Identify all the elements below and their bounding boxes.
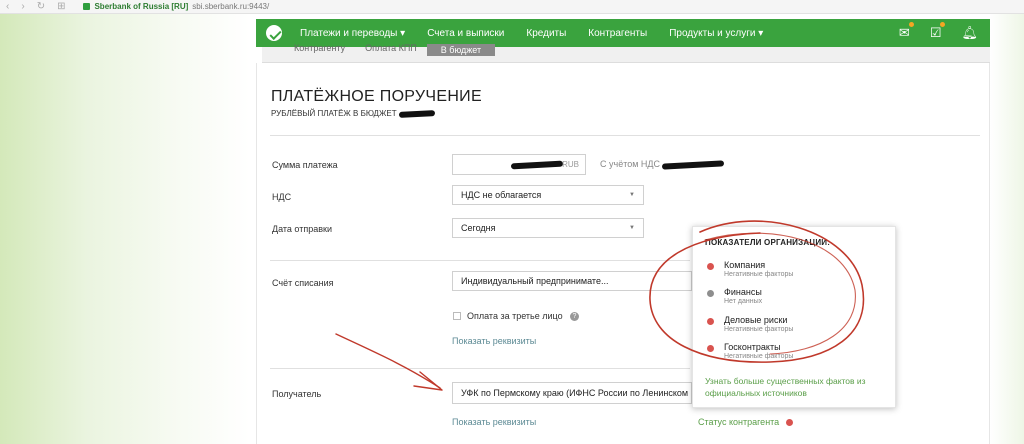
bell-icon[interactable]: 🔔︎ — [961, 25, 978, 41]
vat-included-hint: С учётом НДС — [600, 159, 725, 170]
browser-address-bar: ‹ › ↻ ⊞ Sberbank of Russia [RU] sbi.sber… — [0, 0, 1024, 14]
sberbank-logo-icon[interactable] — [266, 25, 282, 41]
date-value: Сегодня — [461, 223, 496, 233]
mail-icon[interactable]: ✉ — [899, 22, 914, 41]
status-dot — [707, 263, 714, 270]
indicator-name: Компания — [724, 260, 766, 270]
amount-label: Сумма платежа — [272, 160, 338, 170]
forward-arrow-icon[interactable]: › — [21, 1, 24, 12]
page-title: ПЛАТЁЖНОЕ ПОРУЧЕНИЕ — [271, 88, 482, 105]
third-party-checkbox[interactable] — [453, 312, 461, 320]
divider — [270, 368, 690, 369]
currency-unit: RUB — [562, 160, 579, 169]
indicator-name: Деловые риски — [724, 315, 788, 325]
redaction-mark — [510, 160, 564, 169]
notification-dot — [908, 22, 914, 27]
vat-value: НДС не облагается — [461, 190, 542, 200]
tab-counterparty[interactable]: Контрагенту — [284, 43, 355, 53]
indicator-desc: Негативные факторы — [724, 353, 794, 360]
redaction-mark — [661, 160, 725, 170]
indicator-desc: Нет данных — [724, 298, 763, 305]
url-field[interactable]: Sberbank of Russia [RU] sbi.sberbank.ru:… — [83, 2, 269, 11]
recipient-label: Получатель — [272, 389, 322, 399]
nav-accounts[interactable]: Счета и выписки — [427, 28, 504, 39]
help-icon[interactable]: ? — [570, 312, 579, 321]
back-arrow-icon[interactable]: ‹ — [6, 1, 9, 12]
divider — [270, 260, 690, 261]
url-text: sbi.sberbank.ru:9443/ — [192, 2, 270, 11]
indicator-desc: Негативные факторы — [724, 271, 794, 278]
indicator-desc: Негативные факторы — [724, 326, 794, 333]
nav-products[interactable]: Продукты и услуги ▾ — [669, 28, 763, 39]
nav-counterparties[interactable]: Контрагенты — [588, 28, 647, 39]
date-select[interactable]: Сегодня ▼ — [452, 218, 644, 238]
divider — [270, 135, 980, 136]
status-dot — [707, 345, 714, 352]
recipient-value: УФК по Пермскому краю (ИФНС России по Ле… — [461, 388, 689, 398]
nav-credits[interactable]: Кредиты — [526, 28, 566, 39]
account-label: Счёт списания — [272, 278, 334, 288]
tasks-icon[interactable]: ☑ — [930, 22, 946, 41]
indicator-business-risks: Деловые риски Негативные факторы — [705, 315, 895, 337]
vat-select[interactable]: НДС не облагается ▼ — [452, 185, 644, 205]
third-party-label: Оплата за третье лицо — [467, 311, 563, 321]
indicator-name: Финансы — [724, 287, 762, 297]
indicator-company: Компания Негативные факторы — [705, 260, 895, 282]
notification-dot — [940, 22, 946, 27]
more-facts-link[interactable]: Узнать больше существенных фактов из офи… — [705, 375, 890, 399]
apps-grid-icon[interactable]: ⊞ — [57, 1, 65, 12]
page-subtitle: РУБЛЁВЫЙ ПЛАТЁЖ В БЮДЖЕТ — [271, 109, 435, 118]
background-meadow — [0, 14, 250, 444]
tab-kpp[interactable]: Оплата КПП — [355, 43, 427, 53]
caret-down-icon: ▼ — [629, 225, 635, 231]
indicator-finance: Финансы Нет данных — [705, 287, 895, 309]
tab-budget[interactable]: В бюджет — [426, 44, 496, 56]
background-right — [990, 14, 1024, 444]
account-value: Индивидуальный предпринимате... — [461, 276, 609, 286]
show-details-link[interactable]: Показать реквизиты — [452, 336, 536, 346]
amount-input[interactable]: RUB — [452, 154, 586, 175]
indicator-name: Госконтракты — [724, 342, 781, 352]
counterparty-status-link[interactable]: Статус контрагента — [698, 417, 779, 427]
account-select[interactable]: Индивидуальный предпринимате... — [452, 271, 692, 291]
status-dot — [707, 290, 714, 297]
reload-icon[interactable]: ↻ — [37, 1, 45, 12]
site-identity: Sberbank of Russia [RU] — [94, 2, 189, 11]
vat-label: НДС — [272, 192, 292, 202]
date-label: Дата отправки — [272, 224, 332, 234]
redaction-mark — [398, 109, 435, 118]
caret-down-icon: ▼ — [629, 192, 635, 198]
status-dot — [707, 318, 714, 325]
organization-indicators-popup: ПОКАЗАТЕЛИ ОРГАНИЗАЦИИ: Компания Негатив… — [692, 226, 896, 408]
show-details-link[interactable]: Показать реквизиты — [452, 417, 536, 427]
nav-payments[interactable]: Платежи и переводы ▾ — [300, 28, 405, 39]
lock-icon — [83, 3, 91, 10]
recipient-input[interactable]: УФК по Пермскому краю (ИФНС России по Ле… — [452, 382, 692, 404]
indicator-gov-contracts: Госконтракты Негативные факторы — [705, 342, 895, 364]
popup-title: ПОКАЗАТЕЛИ ОРГАНИЗАЦИИ: — [705, 238, 831, 247]
status-indicator-dot — [786, 419, 793, 426]
payment-type-tabs: Контрагенту Оплата КПП В бюджет — [262, 43, 990, 63]
